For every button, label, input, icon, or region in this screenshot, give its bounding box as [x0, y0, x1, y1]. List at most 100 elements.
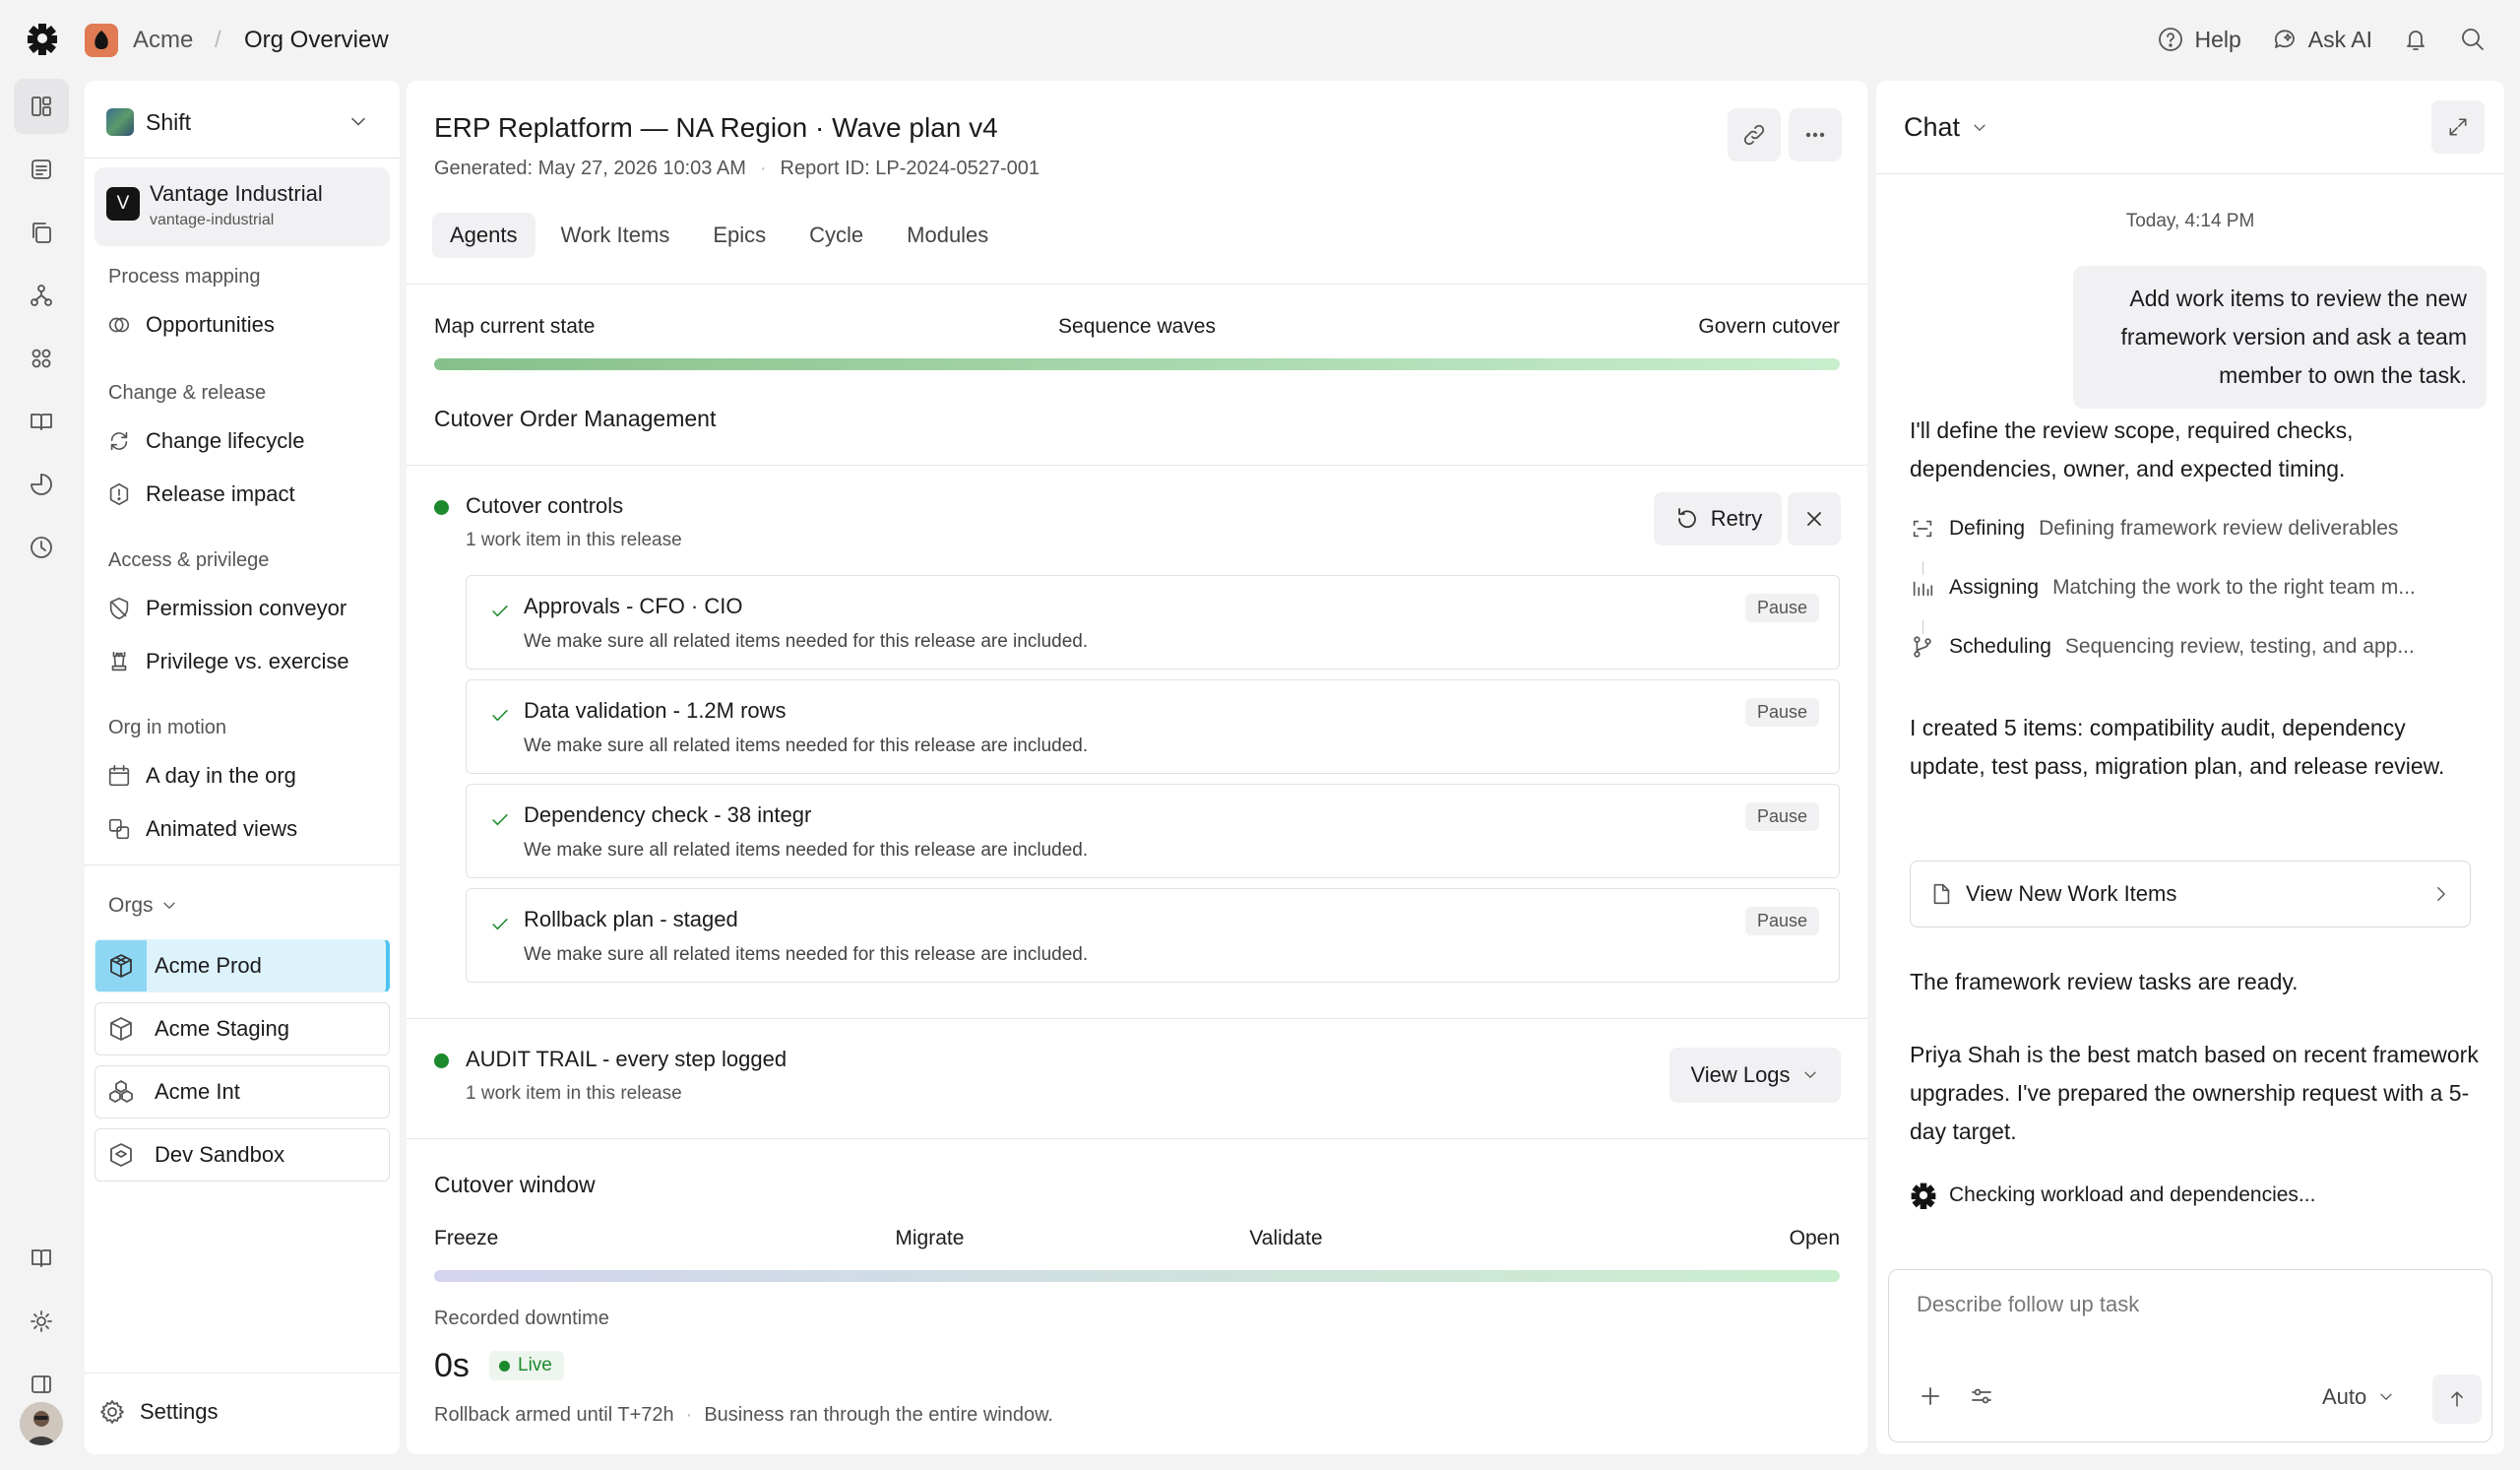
chevron-down-icon	[1803, 1071, 1816, 1078]
nav-item-release-impact[interactable]: Release impact	[106, 475, 392, 514]
step-name: Assigning	[1949, 576, 2040, 599]
retry-icon	[1677, 508, 1696, 529]
chevron-right-icon	[2437, 887, 2445, 901]
check-icon	[492, 814, 508, 826]
check-icon	[492, 710, 508, 722]
nav-item-animated-views[interactable]: Animated views	[106, 809, 392, 849]
rail-analytics[interactable]	[14, 457, 69, 512]
retry-button[interactable]: Retry	[1654, 492, 1782, 545]
org-row-label: Acme Int	[155, 1079, 240, 1104]
window-stage-labels: Freeze Migrate Validate Open	[434, 1227, 1840, 1256]
org-row-label: Acme Prod	[155, 953, 262, 978]
tab-modules[interactable]: Modules	[889, 213, 1006, 258]
settings-button[interactable]: Settings	[98, 1398, 219, 1426]
task-card[interactable]: Rollback plan - staged We make sure all …	[466, 888, 1840, 983]
org-letter-avatar: V	[106, 187, 140, 221]
assistant-message: I'll define the review scope, required c…	[1910, 417, 2354, 481]
apps-icon	[32, 349, 51, 368]
rail-apps[interactable]	[14, 331, 69, 386]
org-row-acme-int[interactable]: Acme Int	[94, 1065, 390, 1118]
rail-copy[interactable]	[14, 205, 69, 260]
task-card[interactable]: Data validation - 1.2M rows We make sure…	[466, 679, 1840, 774]
rail-network[interactable]	[14, 268, 69, 323]
tab-bar: Agents Work Items Epics Cycle Modules	[432, 213, 1006, 258]
rail-dashboard[interactable]	[14, 79, 69, 134]
nav-item-permission-conveyor[interactable]: Permission conveyor	[106, 589, 392, 628]
expand-chat-button[interactable]	[2431, 100, 2485, 154]
bars-icon	[1913, 581, 1933, 597]
tab-epics[interactable]: Epics	[695, 213, 784, 258]
org-row-label: Acme Staging	[155, 1016, 289, 1041]
ask-ai-button[interactable]: Ask AI	[2271, 26, 2372, 53]
phase-label: Govern cutover	[1698, 315, 1840, 338]
view-logs-button[interactable]: View Logs	[1670, 1048, 1841, 1103]
nav-item-label: Animated views	[146, 816, 298, 841]
task-card[interactable]: Dependency check - 38 integr We make sur…	[466, 784, 1840, 878]
orgs-header[interactable]: Orgs	[108, 894, 179, 918]
send-button[interactable]	[2432, 1374, 2482, 1424]
pause-button[interactable]: Pause	[1744, 594, 1819, 622]
org-row-acme-staging[interactable]: Acme Staging	[94, 1002, 390, 1055]
clock-icon	[31, 537, 52, 558]
chevron-down-icon	[351, 117, 365, 126]
copy-link-button[interactable]	[1728, 108, 1781, 161]
rail-guide[interactable]	[14, 1231, 69, 1286]
chat-composer[interactable]: Describe follow up task Auto	[1888, 1269, 2492, 1442]
rail-history[interactable]	[14, 520, 69, 575]
main-panel: ERP Replatform — NA Region · Wave plan v…	[407, 81, 1867, 1454]
downtime-label: Recorded downtime	[434, 1308, 609, 1329]
nav-item-day-in-org[interactable]: A day in the org	[106, 756, 392, 796]
assistant-message: Priya Shah is the best match based on re…	[1910, 1042, 2479, 1144]
pause-button[interactable]: Pause	[1744, 907, 1819, 935]
live-dot	[499, 1360, 510, 1372]
nav-item-opportunities[interactable]: Opportunities	[106, 305, 392, 345]
left-rail	[0, 79, 83, 1470]
org-row-acme-prod[interactable]: Acme Prod	[94, 939, 390, 992]
chat-title-dropdown[interactable]: Chat	[1904, 112, 1989, 143]
task-card[interactable]: Approvals - CFO · CIO We make sure all r…	[466, 575, 1840, 670]
live-label: Live	[518, 1355, 552, 1375]
plus-icon[interactable]	[1917, 1382, 1944, 1410]
app-logo-icon[interactable]	[26, 22, 59, 55]
user-avatar[interactable]	[20, 1402, 63, 1445]
layers-icon	[108, 818, 130, 840]
rail-documents[interactable]	[14, 142, 69, 197]
dismiss-button[interactable]	[1788, 492, 1841, 545]
bell-icon[interactable]	[2402, 26, 2429, 53]
tab-work-items[interactable]: Work Items	[543, 213, 688, 258]
sidebar: Shift V Vantage Industrial vantage-indus…	[85, 81, 400, 1454]
file-icon	[1933, 883, 1950, 905]
window-title: Cutover window	[434, 1172, 596, 1197]
more-options-button[interactable]	[1789, 108, 1842, 161]
org-avatar-icon[interactable]	[85, 24, 118, 57]
task-description: We make sure all related items needed fo…	[524, 735, 1089, 756]
close-icon	[1807, 512, 1821, 526]
nav-item-change-lifecycle[interactable]: Change lifecycle	[106, 421, 392, 461]
divider	[85, 1373, 400, 1374]
help-button[interactable]: Help	[2157, 26, 2241, 53]
pause-button[interactable]: Pause	[1744, 698, 1819, 727]
view-new-work-items-button[interactable]: View New Work Items	[1910, 861, 2471, 927]
controls-subtitle: 1 work item in this release	[466, 530, 682, 550]
model-selector[interactable]: Auto	[2322, 1384, 2396, 1410]
org-row-dev-sandbox[interactable]: Dev Sandbox	[94, 1128, 390, 1182]
rail-book[interactable]	[14, 394, 69, 449]
assistant-message: The framework review tasks are ready.	[1910, 969, 2299, 994]
org-slug: vantage-industrial	[150, 212, 275, 228]
sliders-icon[interactable]	[1968, 1382, 1995, 1410]
settings-label: Settings	[140, 1399, 219, 1424]
help-label: Help	[2194, 26, 2241, 52]
current-org-card[interactable]: V Vantage Industrial vantage-industrial	[94, 167, 390, 246]
breadcrumb-org[interactable]: Acme	[133, 27, 193, 54]
search-icon[interactable]	[2459, 26, 2487, 53]
breadcrumb-page: Org Overview	[244, 27, 389, 53]
chat-input[interactable]: Describe follow up task	[1917, 1292, 2139, 1317]
pause-button[interactable]: Pause	[1744, 802, 1819, 831]
tab-cycle[interactable]: Cycle	[791, 213, 881, 258]
document-icon	[32, 160, 51, 179]
nav-item-privilege[interactable]: Privilege vs. exercise	[106, 642, 392, 681]
rail-theme[interactable]	[14, 1294, 69, 1349]
workspace-switcher[interactable]: Shift	[106, 102, 380, 142]
tab-agents[interactable]: Agents	[432, 213, 536, 258]
phase-label: Map current state	[434, 315, 596, 338]
